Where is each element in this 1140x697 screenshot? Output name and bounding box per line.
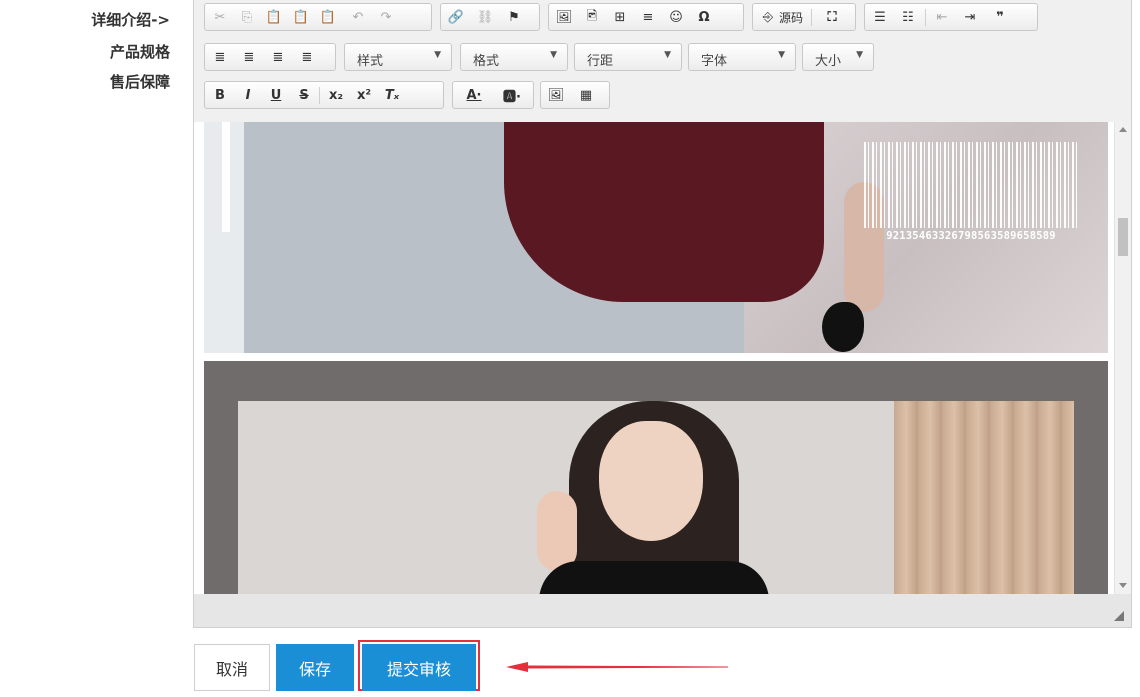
- style-select[interactable]: 样式 ▼: [344, 43, 452, 71]
- content-scrollbar[interactable]: [1114, 122, 1131, 594]
- separator: [319, 87, 320, 104]
- paste-text-icon[interactable]: 📋: [290, 7, 312, 28]
- bulleted-list-icon[interactable]: ☷: [897, 7, 919, 28]
- size-select[interactable]: 大小 ▼: [802, 43, 874, 71]
- text-color-icon[interactable]: A·: [457, 85, 491, 106]
- editor-toolbar: ✂ ⎘ 📋 📋 📋 ↶ ↷ 🔗 ⛓ ⚑ 🖼 🖻 ⊞ ≡ ☺ Ω ⎆ 源码 ⛶ ☰…: [194, 0, 1131, 123]
- media-group: 🖼 ▦: [540, 81, 610, 109]
- copy-icon[interactable]: ⎘: [236, 7, 258, 28]
- chevron-down-icon: ▼: [550, 50, 557, 60]
- anchor-icon[interactable]: ⚑: [503, 7, 525, 28]
- clipboard-group: ✂ ⎘ 📋 📋 📋 ↶ ↷: [204, 3, 432, 31]
- unlink-icon[interactable]: ⛓: [474, 7, 496, 28]
- product-image-2: [204, 361, 1108, 594]
- submit-review-button[interactable]: 提交审核: [362, 644, 476, 691]
- qrcode-icon[interactable]: ▦: [575, 85, 597, 106]
- barcode-bars: [864, 142, 1078, 228]
- line-height-select-label: 行距: [587, 54, 614, 69]
- special-char-icon[interactable]: Ω: [693, 7, 715, 28]
- image-curtain: [894, 401, 1074, 594]
- style-select-label: 样式: [357, 54, 384, 69]
- color-group: A· 🅰·: [452, 81, 534, 109]
- format-select-label: 格式: [473, 54, 500, 69]
- paste-icon[interactable]: 📋: [263, 7, 285, 28]
- insert-group: 🖼 🖻 ⊞ ≡ ☺ Ω: [548, 3, 744, 31]
- scroll-up-icon[interactable]: [1119, 127, 1127, 132]
- cut-icon[interactable]: ✂: [209, 7, 231, 28]
- image-shoe: [822, 302, 864, 352]
- align-center-icon[interactable]: ≣: [238, 47, 260, 68]
- save-button[interactable]: 保存: [276, 644, 354, 691]
- font-select[interactable]: 字体 ▼: [688, 43, 796, 71]
- image-dress: [504, 122, 824, 302]
- align-group: ≣ ≣ ≣ ≣: [204, 43, 336, 71]
- image-upload-icon[interactable]: 🖼: [545, 85, 567, 106]
- justify-icon[interactable]: ≣: [296, 47, 318, 68]
- separator: [811, 9, 812, 26]
- remove-format-icon[interactable]: Tₓ: [381, 85, 403, 106]
- redo-icon[interactable]: ↷: [375, 7, 397, 28]
- format-select[interactable]: 格式 ▼: [460, 43, 568, 71]
- chevron-down-icon: ▼: [434, 50, 441, 60]
- link-icon[interactable]: 🔗: [445, 7, 467, 28]
- text-style-group: B I U S x₂ x² Tₓ: [204, 81, 444, 109]
- list-group: ☰ ☷ ⇤ ⇥ ❞: [864, 3, 1038, 31]
- rich-text-editor: ✂ ⎘ 📋 📋 📋 ↶ ↷ 🔗 ⛓ ⚑ 🖼 🖻 ⊞ ≡ ☺ Ω ⎆ 源码 ⛶ ☰…: [193, 0, 1132, 628]
- image-face: [599, 421, 703, 541]
- source-icon[interactable]: ⎆: [757, 7, 779, 28]
- image-icon[interactable]: 🖼: [553, 7, 575, 28]
- indent-icon[interactable]: ⇥: [959, 7, 981, 28]
- side-item-after-sales[interactable]: 售后保障: [0, 72, 170, 92]
- italic-icon[interactable]: I: [237, 85, 259, 106]
- insert-image-icon[interactable]: 🖻: [581, 7, 603, 28]
- size-select-label: 大小: [815, 54, 842, 69]
- font-select-label: 字体: [701, 54, 728, 69]
- barcode-watermark: 92135463326798563589658589: [864, 142, 1078, 248]
- maximize-icon[interactable]: ⛶: [821, 7, 843, 28]
- image-body: [539, 561, 769, 594]
- undo-icon[interactable]: ↶: [347, 7, 369, 28]
- blockquote-icon[interactable]: ❞: [989, 7, 1011, 28]
- line-height-select[interactable]: 行距 ▼: [574, 43, 682, 71]
- chevron-down-icon: ▼: [778, 50, 785, 60]
- editor-content[interactable]: 92135463326798563589658589: [194, 122, 1131, 594]
- table-icon[interactable]: ⊞: [609, 7, 631, 28]
- chevron-down-icon: ▼: [664, 50, 671, 60]
- numbered-list-icon[interactable]: ☰: [869, 7, 891, 28]
- smiley-icon[interactable]: ☺: [665, 7, 687, 28]
- align-right-icon[interactable]: ≣: [267, 47, 289, 68]
- annotation-arrow-icon: [506, 662, 728, 672]
- horizontal-rule-icon[interactable]: ≡: [637, 7, 659, 28]
- source-group: ⎆ 源码 ⛶: [752, 3, 856, 31]
- barcode-number: 92135463326798563589658589: [886, 230, 1056, 242]
- side-item-specs[interactable]: 产品规格: [0, 42, 170, 62]
- superscript-icon[interactable]: x²: [353, 85, 375, 106]
- align-left-icon[interactable]: ≣: [209, 47, 231, 68]
- resize-grip-icon[interactable]: [1114, 611, 1124, 621]
- product-image-1: 92135463326798563589658589: [204, 122, 1108, 353]
- separator: [925, 9, 926, 26]
- paste-word-icon[interactable]: 📋: [317, 7, 339, 28]
- source-label[interactable]: 源码: [779, 9, 803, 26]
- image-hand: [537, 491, 577, 571]
- subscript-icon[interactable]: x₂: [325, 85, 347, 106]
- editor-statusbar: [194, 594, 1131, 627]
- bold-icon[interactable]: B: [209, 85, 231, 106]
- scroll-down-icon[interactable]: [1119, 583, 1127, 588]
- side-item-details[interactable]: 详细介绍->: [0, 10, 170, 30]
- bg-color-icon[interactable]: 🅰·: [495, 85, 529, 106]
- link-group: 🔗 ⛓ ⚑: [440, 3, 540, 31]
- strikethrough-icon[interactable]: S: [293, 85, 315, 106]
- chevron-down-icon: ▼: [856, 50, 863, 60]
- scroll-thumb[interactable]: [1118, 218, 1128, 256]
- underline-icon[interactable]: U: [265, 85, 287, 106]
- image-frame-edge: [222, 122, 230, 232]
- outdent-icon[interactable]: ⇤: [931, 7, 953, 28]
- cancel-button[interactable]: 取消: [194, 644, 270, 691]
